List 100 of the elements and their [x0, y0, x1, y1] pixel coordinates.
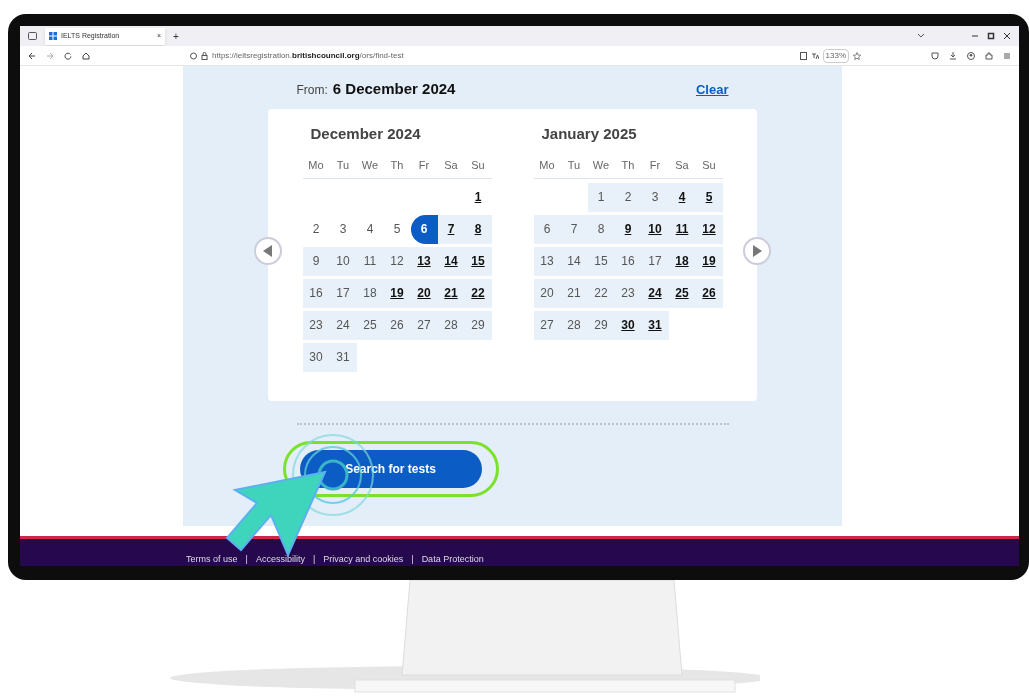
- weekday-label: Su: [701, 158, 717, 173]
- next-month-button[interactable]: [743, 236, 771, 265]
- home-icon[interactable]: [82, 51, 90, 60]
- calendar-day[interactable]: 17: [641, 246, 669, 276]
- lock-icon: [201, 51, 208, 60]
- calendar-day[interactable]: 9: [614, 214, 642, 244]
- calendar-day[interactable]: 5: [695, 182, 723, 212]
- calendar-day[interactable]: 16: [614, 246, 642, 276]
- close-icon[interactable]: [1003, 32, 1011, 40]
- calendar-day[interactable]: 29: [587, 310, 615, 340]
- tab-list-icon[interactable]: [28, 32, 37, 40]
- calendar-day[interactable]: 14: [560, 246, 588, 276]
- back-arrow-icon[interactable]: [28, 51, 36, 60]
- calendar-day[interactable]: 31: [641, 310, 669, 340]
- weekday-label: Tu: [335, 158, 351, 173]
- calendar-day[interactable]: 13: [410, 246, 438, 276]
- star-icon[interactable]: [853, 51, 861, 60]
- calendar-day[interactable]: 22: [464, 278, 492, 308]
- calendar-day[interactable]: 10: [329, 246, 357, 276]
- weekday-label: Mo: [538, 158, 556, 173]
- calendar-day[interactable]: 7: [437, 214, 465, 244]
- calendar-day[interactable]: 11: [356, 246, 384, 276]
- zoom-level[interactable]: 133%: [822, 48, 849, 63]
- calendar-day[interactable]: 17: [329, 278, 357, 308]
- calendar-day[interactable]: 12: [383, 246, 411, 276]
- calendar-day[interactable]: 7: [560, 214, 588, 244]
- calendar-day[interactable]: 9: [302, 246, 330, 276]
- account-icon[interactable]: [967, 51, 975, 60]
- calendar-day[interactable]: 13: [533, 246, 561, 276]
- calendar-day[interactable]: 11: [668, 214, 696, 244]
- previous-month-button[interactable]: [254, 236, 282, 265]
- calendar-day[interactable]: 21: [560, 278, 588, 308]
- clear-link[interactable]: Clear: [695, 80, 729, 100]
- calendar-day[interactable]: 18: [668, 246, 696, 276]
- minimize-icon[interactable]: [971, 32, 979, 40]
- calendar-day[interactable]: 16: [302, 278, 330, 308]
- calendar-day[interactable]: 27: [410, 310, 438, 340]
- weekday-label: We: [360, 158, 380, 173]
- footer-link[interactable]: Terms of use: [186, 552, 238, 566]
- calendar-day[interactable]: 3: [329, 214, 357, 244]
- footer-link[interactable]: Accessibility: [255, 552, 305, 566]
- translate-icon[interactable]: [810, 51, 819, 60]
- calendar-day[interactable]: 5: [383, 214, 411, 244]
- weekday-label: Sa: [443, 158, 459, 173]
- calendar-day[interactable]: 25: [356, 310, 384, 340]
- calendar-day[interactable]: 26: [695, 278, 723, 308]
- calendar-day[interactable]: 2: [302, 214, 330, 244]
- calendar-day[interactable]: 28: [437, 310, 465, 340]
- calendar-day[interactable]: 26: [383, 310, 411, 340]
- calendar-day[interactable]: 6: [410, 214, 438, 244]
- restore-icon[interactable]: [987, 32, 995, 40]
- calendar-day[interactable]: 19: [695, 246, 723, 276]
- calendar-day[interactable]: 27: [533, 310, 561, 340]
- calendar-day[interactable]: 31: [329, 342, 357, 372]
- calendar-day[interactable]: 14: [437, 246, 465, 276]
- calendar-day[interactable]: 30: [302, 342, 330, 372]
- calendar-day[interactable]: 1: [464, 182, 492, 212]
- calendar-day[interactable]: 10: [641, 214, 669, 244]
- footer-separator: |: [312, 552, 316, 566]
- calendar-day[interactable]: 1: [587, 182, 615, 212]
- from-label: From:: [296, 82, 328, 99]
- calendar-day[interactable]: 20: [533, 278, 561, 308]
- reader-view-icon[interactable]: [799, 51, 807, 60]
- weekday-label: Mo: [307, 158, 325, 173]
- calendar-day[interactable]: 15: [587, 246, 615, 276]
- address-bar[interactable]: https://ieltsregistration.britishcouncil.org/ors/find-test 133%: [190, 48, 861, 63]
- reload-icon[interactable]: [64, 51, 72, 60]
- pocket-icon[interactable]: [931, 51, 939, 60]
- calendar-day[interactable]: 19: [383, 278, 411, 308]
- footer-link[interactable]: Data Protection: [421, 552, 484, 566]
- calendar-day[interactable]: 4: [668, 182, 696, 212]
- url-text: https://ieltsregistration.britishcouncil.org/ors/find-test: [212, 49, 404, 62]
- calendar-day[interactable]: 28: [560, 310, 588, 340]
- calendar-day[interactable]: 18: [356, 278, 384, 308]
- calendar-day[interactable]: 2: [614, 182, 642, 212]
- calendar-day[interactable]: 20: [410, 278, 438, 308]
- calendar-day[interactable]: 12: [695, 214, 723, 244]
- calendar-day[interactable]: 30: [614, 310, 642, 340]
- calendar-day[interactable]: 3: [641, 182, 669, 212]
- footer-link[interactable]: Privacy and cookies: [323, 552, 404, 566]
- calendar-day[interactable]: 24: [641, 278, 669, 308]
- calendar-day[interactable]: 23: [614, 278, 642, 308]
- calendar-day[interactable]: 4: [356, 214, 384, 244]
- calendar-day[interactable]: 6: [533, 214, 561, 244]
- calendar-day[interactable]: 21: [437, 278, 465, 308]
- new-tab-button[interactable]: +: [173, 28, 179, 44]
- calendar-day[interactable]: 29: [464, 310, 492, 340]
- calendar-day[interactable]: 8: [587, 214, 615, 244]
- weekday-label: Fr: [648, 158, 662, 173]
- calendar-day[interactable]: 8: [464, 214, 492, 244]
- calendar-day[interactable]: 24: [329, 310, 357, 340]
- month-title: January 2025: [541, 123, 638, 144]
- calendar-day[interactable]: 25: [668, 278, 696, 308]
- weekday-label: We: [591, 158, 611, 173]
- download-icon[interactable]: [949, 51, 957, 60]
- calendar-day[interactable]: 22: [587, 278, 615, 308]
- calendar-day[interactable]: 23: [302, 310, 330, 340]
- weekday-label: Th: [389, 158, 405, 173]
- chevron-down-icon[interactable]: [917, 33, 925, 39]
- calendar-day[interactable]: 15: [464, 246, 492, 276]
